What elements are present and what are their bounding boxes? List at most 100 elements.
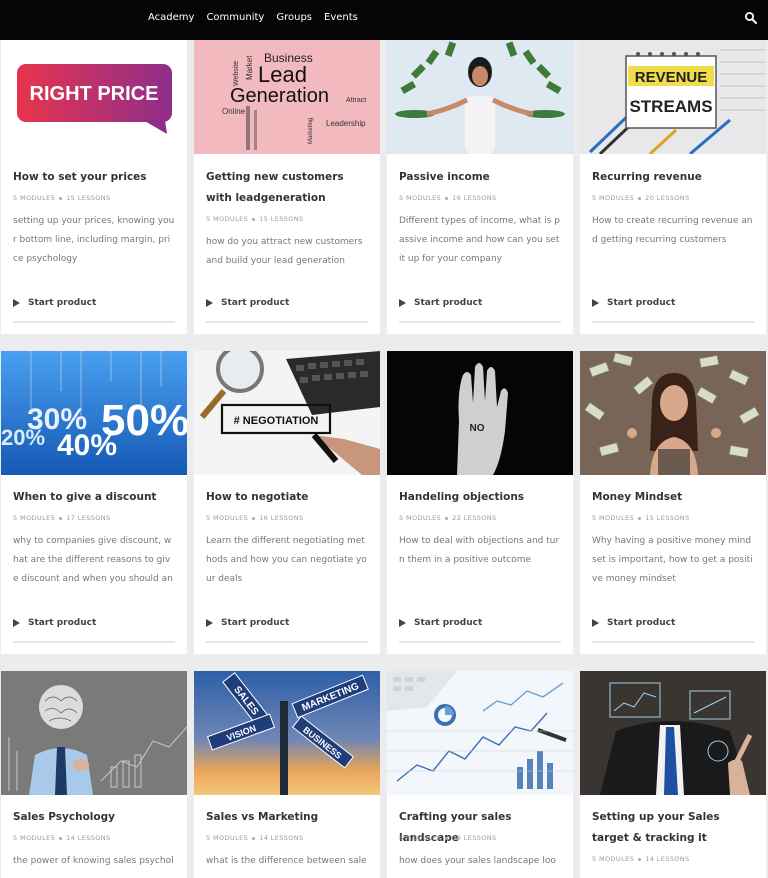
play-icon (399, 299, 406, 307)
svg-text:# NEGOTIATION: # NEGOTIATION (234, 415, 319, 427)
play-icon (592, 299, 599, 307)
start-product-button[interactable]: Start product (592, 618, 675, 628)
course-title[interactable]: Sales vs Marketing (206, 807, 372, 828)
course-card[interactable]: # NEGOTIATION How to negotiate 5 MODULES… (194, 351, 380, 654)
divider (592, 641, 754, 643)
search-icon[interactable] (744, 11, 758, 25)
course-thumbnail-sales-vs-marketing: MARKETING SALES VISION BUSINESS (194, 671, 380, 795)
divider (399, 641, 561, 643)
course-meta: 5 MODULES 14 LESSONS (13, 834, 111, 842)
course-description: the power of knowing sales psycholo (13, 856, 174, 866)
svg-text:Market: Market (245, 55, 254, 80)
svg-text:RIGHT PRICE: RIGHT PRICE (30, 83, 159, 105)
nav-community[interactable]: Community (206, 11, 264, 25)
svg-text:Online: Online (222, 107, 246, 116)
course-thumbnail-sales-target (580, 671, 766, 795)
course-title[interactable]: How to negotiate (206, 487, 372, 508)
course-description: Different types of income, what is passi… (399, 216, 560, 264)
course-thumbnail-negotiation: # NEGOTIATION (194, 351, 380, 475)
svg-text:20%: 20% (1, 425, 45, 450)
course-meta: 5 MODULES 16 LESSONS (399, 834, 497, 842)
svg-text:40%: 40% (57, 429, 117, 462)
course-meta: 5 MODULES 14 LESSONS (592, 855, 690, 863)
course-description: what is the difference between sales (206, 856, 367, 866)
course-title[interactable]: Passive income (399, 167, 565, 188)
start-product-button[interactable]: Start product (399, 298, 482, 308)
start-product-button[interactable]: Start product (399, 618, 482, 628)
divider (592, 321, 754, 323)
course-description: how does your sales landscape look l (399, 856, 556, 866)
course-thumbnail-sales-landscape (387, 671, 573, 795)
nav-academy[interactable]: Academy (148, 11, 194, 25)
course-description: Why having a positive money mindset is i… (592, 536, 753, 584)
divider (13, 641, 175, 643)
play-icon (206, 619, 213, 627)
start-product-button[interactable]: Start product (592, 298, 675, 308)
start-product-button[interactable]: Start product (206, 298, 289, 308)
course-meta: 5 MODULES 17 LESSONS (13, 514, 111, 522)
svg-text:Lead: Lead (258, 62, 307, 87)
course-meta: 5 MODULES 15 LESSONS (206, 215, 304, 223)
course-card[interactable]: Sales Psychology 5 MODULES 14 LESSONS the… (1, 671, 187, 878)
start-product-button[interactable]: Start product (206, 618, 289, 628)
course-card[interactable]: Passive income 5 MODULES 16 LESSONS Diffe… (387, 40, 573, 334)
play-icon (206, 299, 213, 307)
svg-text:REVENUE: REVENUE (635, 69, 708, 86)
course-card[interactable]: RIGHT PRICE How to set your prices 5 MOD… (1, 40, 187, 334)
svg-text:Marketing: Marketing (308, 118, 314, 144)
course-title[interactable]: Setting up your Sales target & tracking … (592, 807, 758, 849)
divider (206, 321, 368, 323)
course-card[interactable]: MARKETING SALES VISION BUSINESS Sales vs… (194, 671, 380, 878)
course-thumbnail-discount: 50% 30% 20% 40% (1, 351, 187, 475)
course-meta: 5 MODULES 15 LESSONS (13, 194, 111, 202)
svg-text:Leadership: Leadership (326, 119, 366, 128)
course-card[interactable]: Money Mindset 5 MODULES 15 LESSONS Why ha… (580, 351, 766, 654)
course-title[interactable]: Money Mindset (592, 487, 758, 508)
nav-events[interactable]: Events (324, 11, 358, 25)
course-meta: 5 MODULES 16 LESSONS (399, 194, 497, 202)
course-thumbnail-right-price: RIGHT PRICE (1, 40, 187, 154)
top-nav-bar: Academy Community Groups Events (0, 0, 768, 40)
course-card[interactable]: REVENUE STREAMS Recurring revenue 5 MODU… (580, 40, 766, 334)
course-meta: 5 MODULES 22 LESSONS (399, 514, 497, 522)
course-thumbnail-objections: NO (387, 351, 573, 475)
svg-text:NO: NO (470, 423, 485, 434)
course-title[interactable]: Sales Psychology (13, 807, 179, 828)
course-description: why to companies give discount, what are… (13, 536, 173, 584)
course-meta: 5 MODULES 20 LESSONS (592, 194, 690, 202)
course-description: How to deal with objections and turn the… (399, 536, 560, 565)
course-title[interactable]: Getting new customers with leadgeneratio… (206, 167, 372, 209)
svg-text:STREAMS: STREAMS (629, 97, 712, 116)
course-title[interactable]: Handeling objections (399, 487, 565, 508)
course-title[interactable]: When to give a discount (13, 487, 179, 508)
course-card[interactable]: Setting up your Sales target & tracking … (580, 671, 766, 878)
course-meta: 5 MODULES 15 LESSONS (592, 514, 690, 522)
course-description: how do you attract new customers and bui… (206, 237, 363, 266)
course-title[interactable]: How to set your prices (13, 167, 179, 188)
course-meta: 5 MODULES 16 LESSONS (206, 514, 304, 522)
divider (13, 321, 175, 323)
course-thumbnail-passive-income (387, 40, 573, 154)
svg-text:Website: Website (233, 61, 240, 86)
course-title[interactable]: Recurring revenue (592, 167, 758, 188)
svg-text:Generation: Generation (230, 85, 329, 107)
course-card[interactable]: 50% 30% 20% 40% When to give a discount … (1, 351, 187, 654)
course-thumbnail-lead-generation: Business Lead Generation Online Leadersh… (194, 40, 380, 154)
nav-groups[interactable]: Groups (276, 11, 312, 25)
start-product-button[interactable]: Start product (13, 298, 96, 308)
start-product-button[interactable]: Start product (13, 618, 96, 628)
course-thumbnail-revenue-streams: REVENUE STREAMS (580, 40, 766, 154)
course-description: Learn the different negotiating methods … (206, 536, 367, 584)
svg-text:Attract: Attract (346, 97, 366, 104)
course-card[interactable]: NO Handeling objections 5 MODULES 22 LESS… (387, 351, 573, 654)
course-card[interactable]: Business Lead Generation Online Leadersh… (194, 40, 380, 334)
course-thumbnail-sales-psychology (1, 671, 187, 795)
course-card[interactable]: Crafting your sales landscape 5 MODULES 1… (387, 671, 573, 878)
divider (206, 641, 368, 643)
course-description: How to create recurring revenue and gett… (592, 216, 753, 245)
play-icon (399, 619, 406, 627)
course-meta: 5 MODULES 14 LESSONS (206, 834, 304, 842)
course-title[interactable]: Crafting your sales landscape (399, 807, 565, 849)
course-description: setting up your prices, knowing your bot… (13, 216, 175, 264)
divider (399, 321, 561, 323)
